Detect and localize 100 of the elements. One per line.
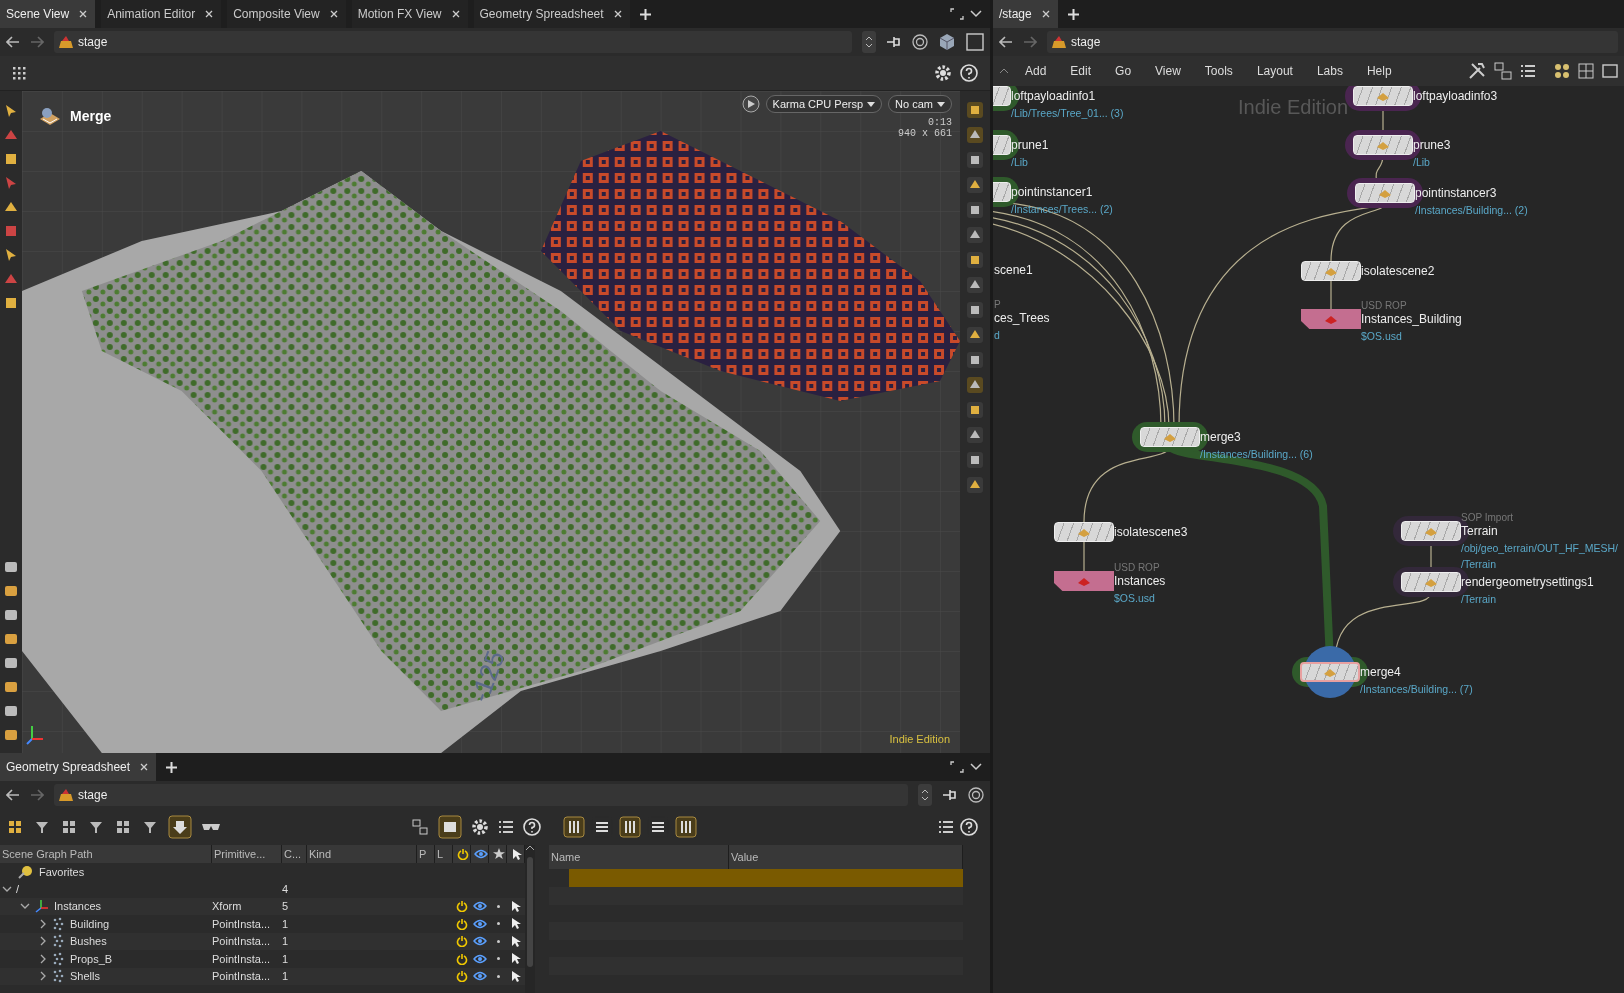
column-header[interactable]: L xyxy=(435,845,453,863)
node-name[interactable]: isolatescene2 xyxy=(1361,263,1435,279)
node-body[interactable] xyxy=(1054,571,1114,591)
display-option-icon[interactable] xyxy=(966,251,984,269)
view-mode-icon[interactable] xyxy=(619,816,641,838)
node-body[interactable] xyxy=(1301,309,1361,329)
power-icon[interactable] xyxy=(456,952,468,965)
column-header[interactable]: Kind xyxy=(307,845,417,863)
power-icon[interactable] xyxy=(456,917,468,930)
list-icon[interactable] xyxy=(498,819,514,835)
node-name[interactable]: pointinstancer3 xyxy=(1415,185,1528,201)
tool-icon[interactable] xyxy=(3,583,19,599)
tool-icon[interactable] xyxy=(3,727,19,743)
column-header[interactable]: Primitive... xyxy=(212,845,282,863)
display-option-icon[interactable] xyxy=(966,376,984,394)
chevron-down-icon[interactable] xyxy=(970,10,982,18)
help-icon[interactable] xyxy=(523,818,541,836)
display-option-icon[interactable] xyxy=(966,126,984,144)
tool-icon[interactable] xyxy=(3,631,19,647)
menu-item[interactable]: Add xyxy=(1017,64,1055,78)
glasses-icon[interactable] xyxy=(201,821,221,833)
node-name[interactable]: isolatescene3 xyxy=(1114,524,1188,540)
column-header[interactable]: Scene Graph Path xyxy=(0,845,212,863)
display-option-icon[interactable] xyxy=(966,301,984,319)
close-icon[interactable] xyxy=(329,10,338,18)
cube-icon[interactable] xyxy=(938,33,956,51)
cursor-icon[interactable] xyxy=(511,934,521,948)
expand-caret-icon[interactable] xyxy=(38,936,48,947)
eye-icon[interactable] xyxy=(473,901,487,912)
panel-tab[interactable]: Scene View xyxy=(0,0,96,28)
back-arrow-icon[interactable] xyxy=(999,36,1013,48)
power-icon[interactable] xyxy=(456,935,468,948)
filter-icon[interactable] xyxy=(6,818,24,836)
panel-tab[interactable]: Animation Editor xyxy=(101,0,222,28)
display-option-icon[interactable] xyxy=(966,451,984,469)
panel-tab[interactable]: /stage xyxy=(993,0,1058,28)
pin-icon[interactable] xyxy=(886,35,902,49)
menu-item[interactable]: Go xyxy=(1107,64,1140,78)
help-icon[interactable] xyxy=(960,64,978,82)
filter-icon[interactable] xyxy=(60,818,78,836)
node-body[interactable] xyxy=(1300,662,1360,682)
node-name[interactable]: merge3 xyxy=(1200,429,1313,445)
square-view-icon[interactable] xyxy=(966,33,984,51)
column-header[interactable]: Value xyxy=(729,845,963,869)
filter-icon[interactable] xyxy=(114,818,132,836)
expand-caret-icon[interactable] xyxy=(38,953,48,964)
close-icon[interactable] xyxy=(205,10,214,18)
prim-path[interactable]: Bushes xyxy=(70,935,107,948)
close-icon[interactable] xyxy=(451,10,460,18)
list-icon[interactable] xyxy=(938,819,954,835)
cursor-icon[interactable] xyxy=(511,969,521,983)
collapse-icon[interactable] xyxy=(999,68,1009,74)
display-option-icon[interactable] xyxy=(966,276,984,294)
tool-icon[interactable] xyxy=(3,679,19,695)
tools-icon[interactable] xyxy=(1468,62,1486,80)
tool-icon[interactable] xyxy=(3,223,19,239)
prim-path[interactable]: Instances xyxy=(54,900,102,913)
spinner-icon[interactable] xyxy=(862,31,876,53)
settings-icon[interactable] xyxy=(471,818,489,836)
column-header[interactable]: Name xyxy=(549,845,729,869)
forward-arrow-icon[interactable] xyxy=(30,789,44,801)
tool-icon[interactable] xyxy=(3,151,19,167)
forward-arrow-icon[interactable] xyxy=(30,36,44,48)
display-option-icon[interactable] xyxy=(966,176,984,194)
add-tab-icon[interactable] xyxy=(166,761,178,773)
display-option-icon[interactable] xyxy=(966,201,984,219)
expand-caret-icon[interactable] xyxy=(38,918,48,929)
target-icon[interactable] xyxy=(968,787,984,803)
layout-icon[interactable] xyxy=(438,815,462,839)
tool-icon[interactable] xyxy=(3,703,19,719)
cursor-icon[interactable] xyxy=(511,917,521,931)
prim-path[interactable]: Building xyxy=(70,917,110,930)
renderer-dropdown[interactable]: Karma CPU Persp xyxy=(765,95,883,113)
node-name[interactable]: prune3 xyxy=(1413,137,1451,153)
node-name[interactable]: loftpayloadinfo1 xyxy=(1011,88,1124,104)
node-name[interactable]: prune1 xyxy=(1011,137,1049,153)
spinner-icon[interactable] xyxy=(918,784,932,806)
path-field[interactable]: stage xyxy=(54,784,908,806)
target-icon[interactable] xyxy=(912,34,928,50)
hierarchy-icon[interactable] xyxy=(411,818,429,836)
view-mode-icon[interactable] xyxy=(563,816,585,838)
path-field[interactable]: stage xyxy=(1047,31,1618,53)
view-mode-icon[interactable] xyxy=(675,816,697,838)
back-arrow-icon[interactable] xyxy=(6,36,20,48)
display-option-icon[interactable] xyxy=(966,476,984,494)
scroll-up-icon[interactable] xyxy=(525,845,535,851)
panel-tab[interactable]: Motion FX View xyxy=(351,0,468,28)
add-tab-icon[interactable] xyxy=(639,8,651,20)
power-icon[interactable] xyxy=(456,900,468,913)
power-icon[interactable] xyxy=(456,970,468,983)
tool-icon[interactable] xyxy=(3,559,19,575)
display-option-icon[interactable] xyxy=(966,226,984,244)
path-field[interactable]: stage xyxy=(54,31,852,53)
favorites-label[interactable]: Favorites xyxy=(39,865,85,878)
import-icon[interactable] xyxy=(168,815,192,839)
cursor-icon[interactable] xyxy=(511,952,521,966)
pin-icon[interactable] xyxy=(942,788,958,802)
back-arrow-icon[interactable] xyxy=(6,789,20,801)
node-name[interactable]: Terrain xyxy=(1461,523,1618,539)
close-icon[interactable] xyxy=(140,763,149,771)
